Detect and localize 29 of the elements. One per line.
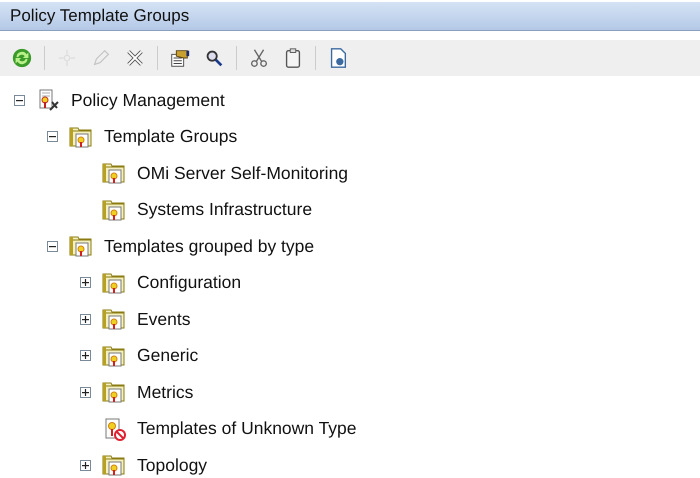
- tree-item[interactable]: Templates of Unknown Type: [137, 418, 357, 440]
- folder-icon: [102, 161, 126, 186]
- tree-item[interactable]: Configuration: [137, 272, 242, 294]
- folder-icon: [102, 270, 126, 295]
- tree-item[interactable]: OMi Server Self-Monitoring: [137, 162, 348, 184]
- folder-icon: [102, 307, 126, 332]
- tree-item[interactable]: Generic: [137, 345, 198, 366]
- folder-icon: [102, 198, 126, 222]
- expand-toggle-icon[interactable]: [80, 350, 91, 362]
- collapse-toggle-icon[interactable]: [47, 240, 58, 252]
- expand-toggle-icon[interactable]: [80, 386, 91, 398]
- folder-icon: [69, 234, 93, 258]
- tree-item[interactable]: Systems Infrastructure: [137, 199, 312, 220]
- expand-toggle-icon[interactable]: [80, 314, 91, 325]
- panel-title: Policy Template Groups: [0, 2, 700, 31]
- tree-item[interactable]: Templates grouped by type: [104, 236, 314, 257]
- collapse-toggle-icon[interactable]: [47, 131, 58, 142]
- folder-icon: [69, 124, 93, 149]
- expand-toggle-icon[interactable]: [80, 277, 91, 288]
- folder-icon: [102, 380, 126, 404]
- tree-item[interactable]: Topology: [137, 454, 208, 476]
- collapse-toggle-icon[interactable]: [14, 94, 25, 106]
- tree-item[interactable]: Events: [137, 308, 190, 330]
- tree-item[interactable]: Metrics: [137, 382, 194, 403]
- refresh-icon[interactable]: [10, 46, 34, 70]
- expand-toggle-icon[interactable]: [80, 460, 91, 471]
- folder-icon: [102, 344, 126, 368]
- tree-item[interactable]: Policy Management: [71, 90, 225, 111]
- tree-item[interactable]: Template Groups: [104, 126, 238, 148]
